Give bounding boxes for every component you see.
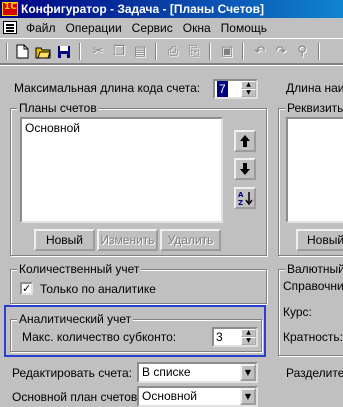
toolbar-separator [318,43,320,60]
menu-operations[interactable]: Операции [61,21,127,35]
toolbar-separator [242,43,244,60]
menu-bar: Файл Операции Сервис Окна Помощь [0,18,343,37]
copy-icon[interactable]: ❐ [109,42,129,61]
toolbar: ✂ ❐ ▤ ⎙ ⎘ ▣ ↶ ↷ ⚲ [0,38,343,64]
toolbar-separator [79,43,81,60]
toolbar-separator [155,43,157,60]
open-folder-icon[interactable] [33,42,53,61]
sort-az-icon: A Z [238,191,253,206]
svg-text:Z: Z [238,199,243,206]
edit-accounts-value: В списке [142,365,191,379]
toolbar-grip [6,43,8,60]
currency-multiplicity-label: Кратность: [283,330,343,344]
spin-arrows[interactable]: ▲ ▼ [241,81,256,97]
arrow-down-icon [240,163,250,175]
currency-rate-label: Курс: [283,305,312,319]
edit-plan-button[interactable]: Изменить [97,229,158,251]
title-bar: Конфигуратор - Задача - [Планы Счетов] [0,0,343,18]
content-border [0,64,343,66]
main-plan-label: Основной план счетов: [12,390,141,404]
toolbar-separator [209,43,211,60]
currency-group-title: Валютный у [285,262,343,276]
window-title: Конфигуратор - Задача - [Планы Счетов] [21,2,264,16]
delete-plan-button[interactable]: Удалить [160,229,221,251]
only-analytics-checkbox[interactable]: ✓ [20,282,33,295]
new-file-icon[interactable] [12,42,32,61]
menu-help[interactable]: Помощь [216,21,272,35]
requisites-group-title: Реквизиты [285,101,343,115]
move-up-button[interactable] [234,130,256,152]
arrow-up-icon [240,135,250,147]
document-menu-icon[interactable] [3,21,17,34]
max-code-length-value: 7 [217,81,228,97]
menu-file[interactable]: Файл [21,21,61,35]
save-icon[interactable] [54,42,74,61]
selection-highlight [4,305,266,357]
undo-icon[interactable]: ↶ [250,42,270,61]
svg-text:A: A [238,191,244,199]
find-icon[interactable]: ⚲ [292,42,312,61]
cut-icon[interactable]: ✂ [88,42,108,61]
separator-label: Разделител [286,366,343,380]
spin-down-icon[interactable]: ▼ [241,89,256,97]
spin-up-icon[interactable]: ▲ [241,81,256,89]
list-item[interactable]: Основной [25,121,218,135]
redo-icon[interactable]: ↷ [271,42,291,61]
edit-accounts-combo[interactable]: В списке ▼ [137,362,258,383]
requisites-listbox[interactable] [286,117,343,223]
main-plan-value: Основной [142,389,198,403]
print-preview-icon[interactable]: ⎘ [184,42,204,61]
new-requisite-button[interactable]: Новый [296,229,343,251]
new-plan-button[interactable]: Новый [34,229,95,251]
print-icon[interactable]: ⎙ [163,42,183,61]
plans-group-title: Планы счетов [17,101,99,115]
menu-windows[interactable]: Окна [178,21,216,35]
quantity-group-title: Количественный учет [17,262,142,276]
move-down-button[interactable] [234,158,256,180]
currency-directory-label: Справочник [283,279,343,293]
edit-accounts-label: Редактировать счета: [12,366,132,380]
plans-listbox[interactable]: Основной [20,117,223,223]
name-length-label: Длина наим [286,81,343,95]
sort-button[interactable]: A Z [234,187,256,209]
paste-icon[interactable]: ▤ [130,42,150,61]
menu-service[interactable]: Сервис [127,21,178,35]
only-analytics-label: Только по аналитике [40,282,156,296]
max-code-length-label: Максимальная длина кода счета: [14,81,201,95]
chevron-down-icon[interactable]: ▼ [240,364,256,381]
main-plan-combo[interactable]: Основной ▼ [137,386,258,407]
max-code-length-spinner[interactable]: 7 ▲ ▼ [213,79,258,99]
app-icon[interactable] [2,2,18,16]
chevron-down-icon[interactable]: ▼ [240,388,256,405]
properties-icon[interactable]: ▣ [217,42,237,61]
